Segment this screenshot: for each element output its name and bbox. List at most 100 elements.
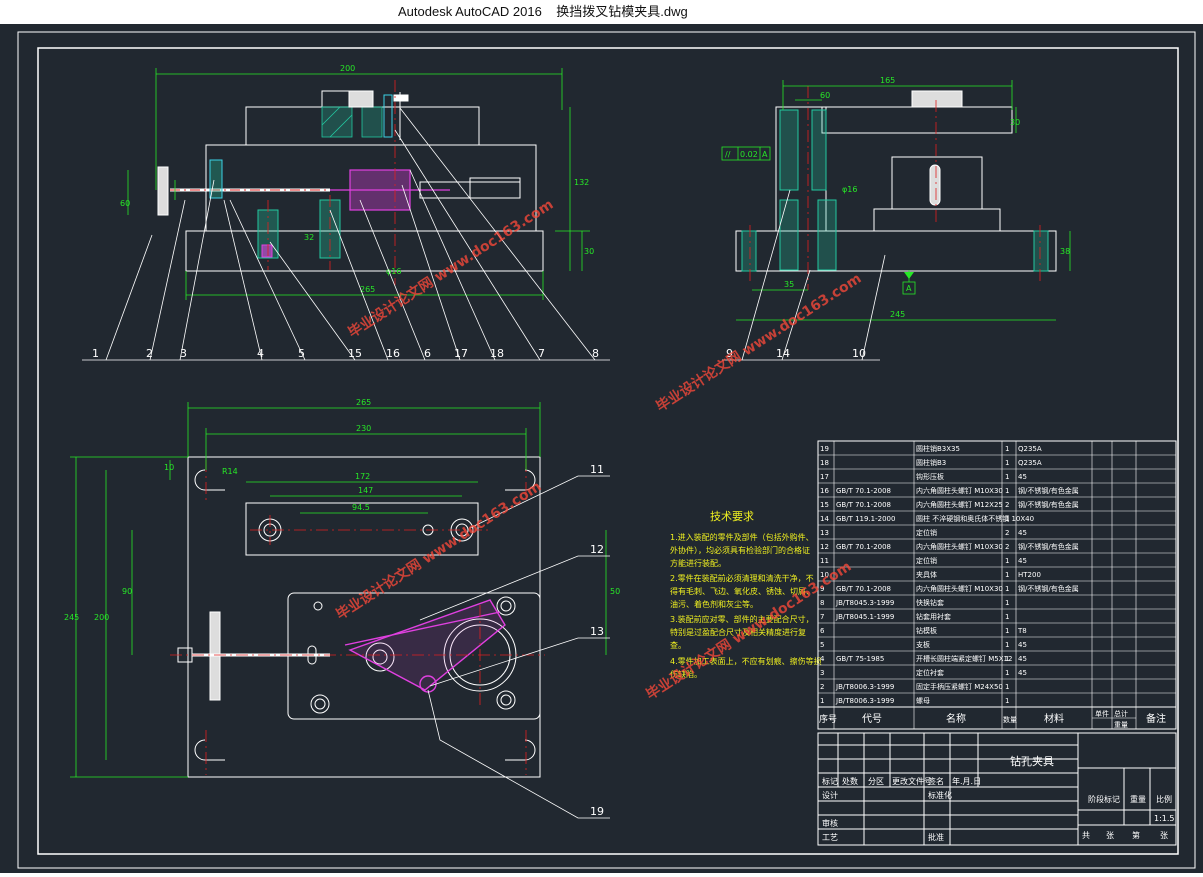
bom-row[interactable]: 1 JB/T8006.3-1999 螺母 1 [820,696,1009,705]
bom-cell-code: GB/T 119.1-2000 [836,515,895,523]
dim-200t: 200 [94,613,109,622]
tb-change: 更改文件号 [892,776,932,786]
bom-row[interactable]: 8 JB/T8045.3-1999 快换钻套 1 [820,598,1009,607]
bom-row[interactable]: 7 JB/T8045.1-1999 钻套用衬套 1 [820,612,1009,621]
tb-check: 审核 [822,818,838,828]
drawing-svg[interactable]: 200 265 132 30 60 32 φ16 1 2 3 4 5 15 16… [0,24,1203,873]
tech-line-1: 1.进入装配的零件及部件（包括外购件、 [670,532,814,542]
bom-cell-code: GB/T 75-1985 [836,655,884,663]
dim-90: 90 [122,587,132,596]
datum-label: A [906,284,912,293]
tech-line-7: 3.装配前应对零、部件的主要配合尺寸， [670,614,814,624]
bushing-hatch [321,106,383,138]
tb-total: 共 [1082,831,1090,840]
bom-cell-qty: 1 [1005,669,1009,677]
tol-value: 0.02 [740,150,758,159]
tb-sheet: 第 [1132,830,1140,840]
balloon-17: 17 [454,347,468,360]
bom-table[interactable]: 19 圆柱销B3X35 1 Q235A18 圆柱销B3 1 Q235A17 钩形压板 1 4516… [817,440,1177,730]
bom-cell-name: 内六角圆柱头螺钉 M10X30 [916,584,1003,593]
bom-cell-name: 开槽长圆柱端紧定螺钉 M5X12 [916,654,1012,663]
bom-row[interactable]: 18 圆柱销B3 1 Q235A [820,458,1042,467]
dim-phi16b: φ16 [842,185,857,194]
bom-cell-qty: 1 [1005,599,1009,607]
cyan-bushing [383,94,393,138]
bom-row[interactable]: 9 GB/T 70.1-2008 内六角圆柱头螺钉 M10X30 1 钢/不锈钢/有色金… [820,584,1079,593]
bom-cell-qty: 1 [1005,557,1009,565]
bom-row[interactable]: 13 定位销 2 45 [820,528,1027,537]
balloon-16: 16 [386,347,400,360]
bom-cell-name: 内六角圆柱头螺钉 M10X30 [916,542,1003,551]
front-leaders [82,107,610,361]
bom-cell-name: 夹具体 [916,570,937,579]
bom-cell-no: 5 [820,641,824,649]
tb-scale: 比例 [1156,794,1172,804]
drawing-canvas[interactable]: 200 265 132 30 60 32 φ16 1 2 3 4 5 15 16… [0,24,1203,873]
bom-cell-material: 45 [1018,655,1027,663]
bom-header-name: 名称 [946,712,966,725]
bom-row[interactable]: 6 钻模板 1 T8 [820,626,1027,635]
bom-row[interactable]: 4 GB/T 75-1985 开槽长圆柱端紧定螺钉 M5X121 45 [820,654,1027,663]
dim-94: 94.5 [352,503,370,512]
bom-row[interactable]: 19 圆柱销B3X35 1 Q235A [820,444,1042,453]
title-block[interactable]: 标记 处数 分区 更改文件号 签名 年.月.日 设计 标准化 审核 工艺 批准 … [817,732,1177,846]
dim-245t: 245 [64,613,79,622]
bom-cell-code: JB/T8006.3-1999 [835,697,894,705]
tech-line-3: 方能进行装配。 [670,558,726,568]
balloon-19: 19 [590,805,604,818]
bom-cell-name: 内六角圆柱头螺钉 M12X25 [916,500,1003,509]
tb-count: 处数 [842,776,858,786]
bom-cell-qty: 1 [1005,459,1009,467]
drawing-name: 钻孔夹具 [1010,754,1054,768]
workpiece [330,169,450,211]
side-view[interactable]: 165 245 38 30 35 60 φ16 // 0.02 A A 9 14… [721,76,1071,361]
side-step [873,208,1001,232]
dim-165: 165 [880,76,895,85]
bom-row[interactable]: 16 GB/T 70.1-2008 内六角圆柱头螺钉 M10X30 1 钢/不锈钢/有色… [820,486,1079,495]
bom-row[interactable]: 2 JB/T8006.3-1999 固定手柄压紧螺钉 M24X50 1 [820,682,1009,691]
dim-265t: 265 [356,398,371,407]
bom-cell-material: Q235A [1018,459,1042,467]
tb-weight: 重量 [1130,794,1146,804]
bom-row[interactable]: 3 定位衬套 1 45 [820,668,1027,677]
bom-row[interactable]: 12 GB/T 70.1-2008 内六角圆柱头螺钉 M10X30 2 钢/不锈钢/有色… [820,542,1079,551]
bom-cell-material: T8 [1017,627,1027,635]
bom-cell-no: 16 [820,487,829,495]
bom-cell-material: 钢/不锈钢/有色金属 [1018,486,1079,495]
tb-zone: 分区 [868,777,884,786]
side-dimensions [721,80,1071,321]
balloon-14: 14 [776,347,790,360]
tol-symbol: // [725,150,731,159]
bom-row[interactable]: 17 钩形压板 1 45 [820,472,1027,481]
top-dimensions [70,402,607,778]
dim-132: 132 [574,178,589,187]
bom-cell-name: 圆柱销B3X35 [916,444,960,453]
bom-cell-qty: 1 [1005,683,1009,691]
dim-60b: 60 [820,91,830,100]
bom-cell-no: 6 [820,627,825,635]
bom-cell-name: 定位销 [916,528,937,537]
bom-cell-code: GB/T 70.1-2008 [836,543,891,551]
bom-cell-qty: 1 [1005,613,1009,621]
tb-stage: 阶段标记 [1088,794,1120,804]
bom-cell-no: 19 [820,445,829,453]
bom-cell-name: 钻模板 [916,626,937,635]
balloon-12: 12 [590,543,604,556]
dim-200: 200 [340,64,355,73]
tb-total-unit: 张 [1106,831,1114,840]
bom-cell-no: 11 [820,557,829,565]
dim-172: 172 [355,472,370,481]
balloon-7: 7 [538,347,545,360]
bom-row[interactable]: 15 GB/T 70.1-2008 内六角圆柱头螺钉 M12X25 2 钢/不锈钢/有色… [820,500,1079,509]
bom-cell-name: 钩形压板 [916,472,944,481]
bom-cell-no: 13 [820,529,829,537]
bom-header-no: 序号 [819,713,837,725]
bom-cell-name: 钻套用衬套 [916,612,951,621]
balloon-6: 6 [424,347,431,360]
bom-cell-qty: 1 [1005,697,1009,705]
bom-cell-material: HT200 [1018,571,1041,579]
dim-245: 245 [890,310,905,319]
bom-row[interactable]: 5 支板 1 45 [820,640,1027,649]
bom-row[interactable]: 11 定位销 1 45 [820,556,1027,565]
bom-cell-no: 17 [820,473,829,481]
